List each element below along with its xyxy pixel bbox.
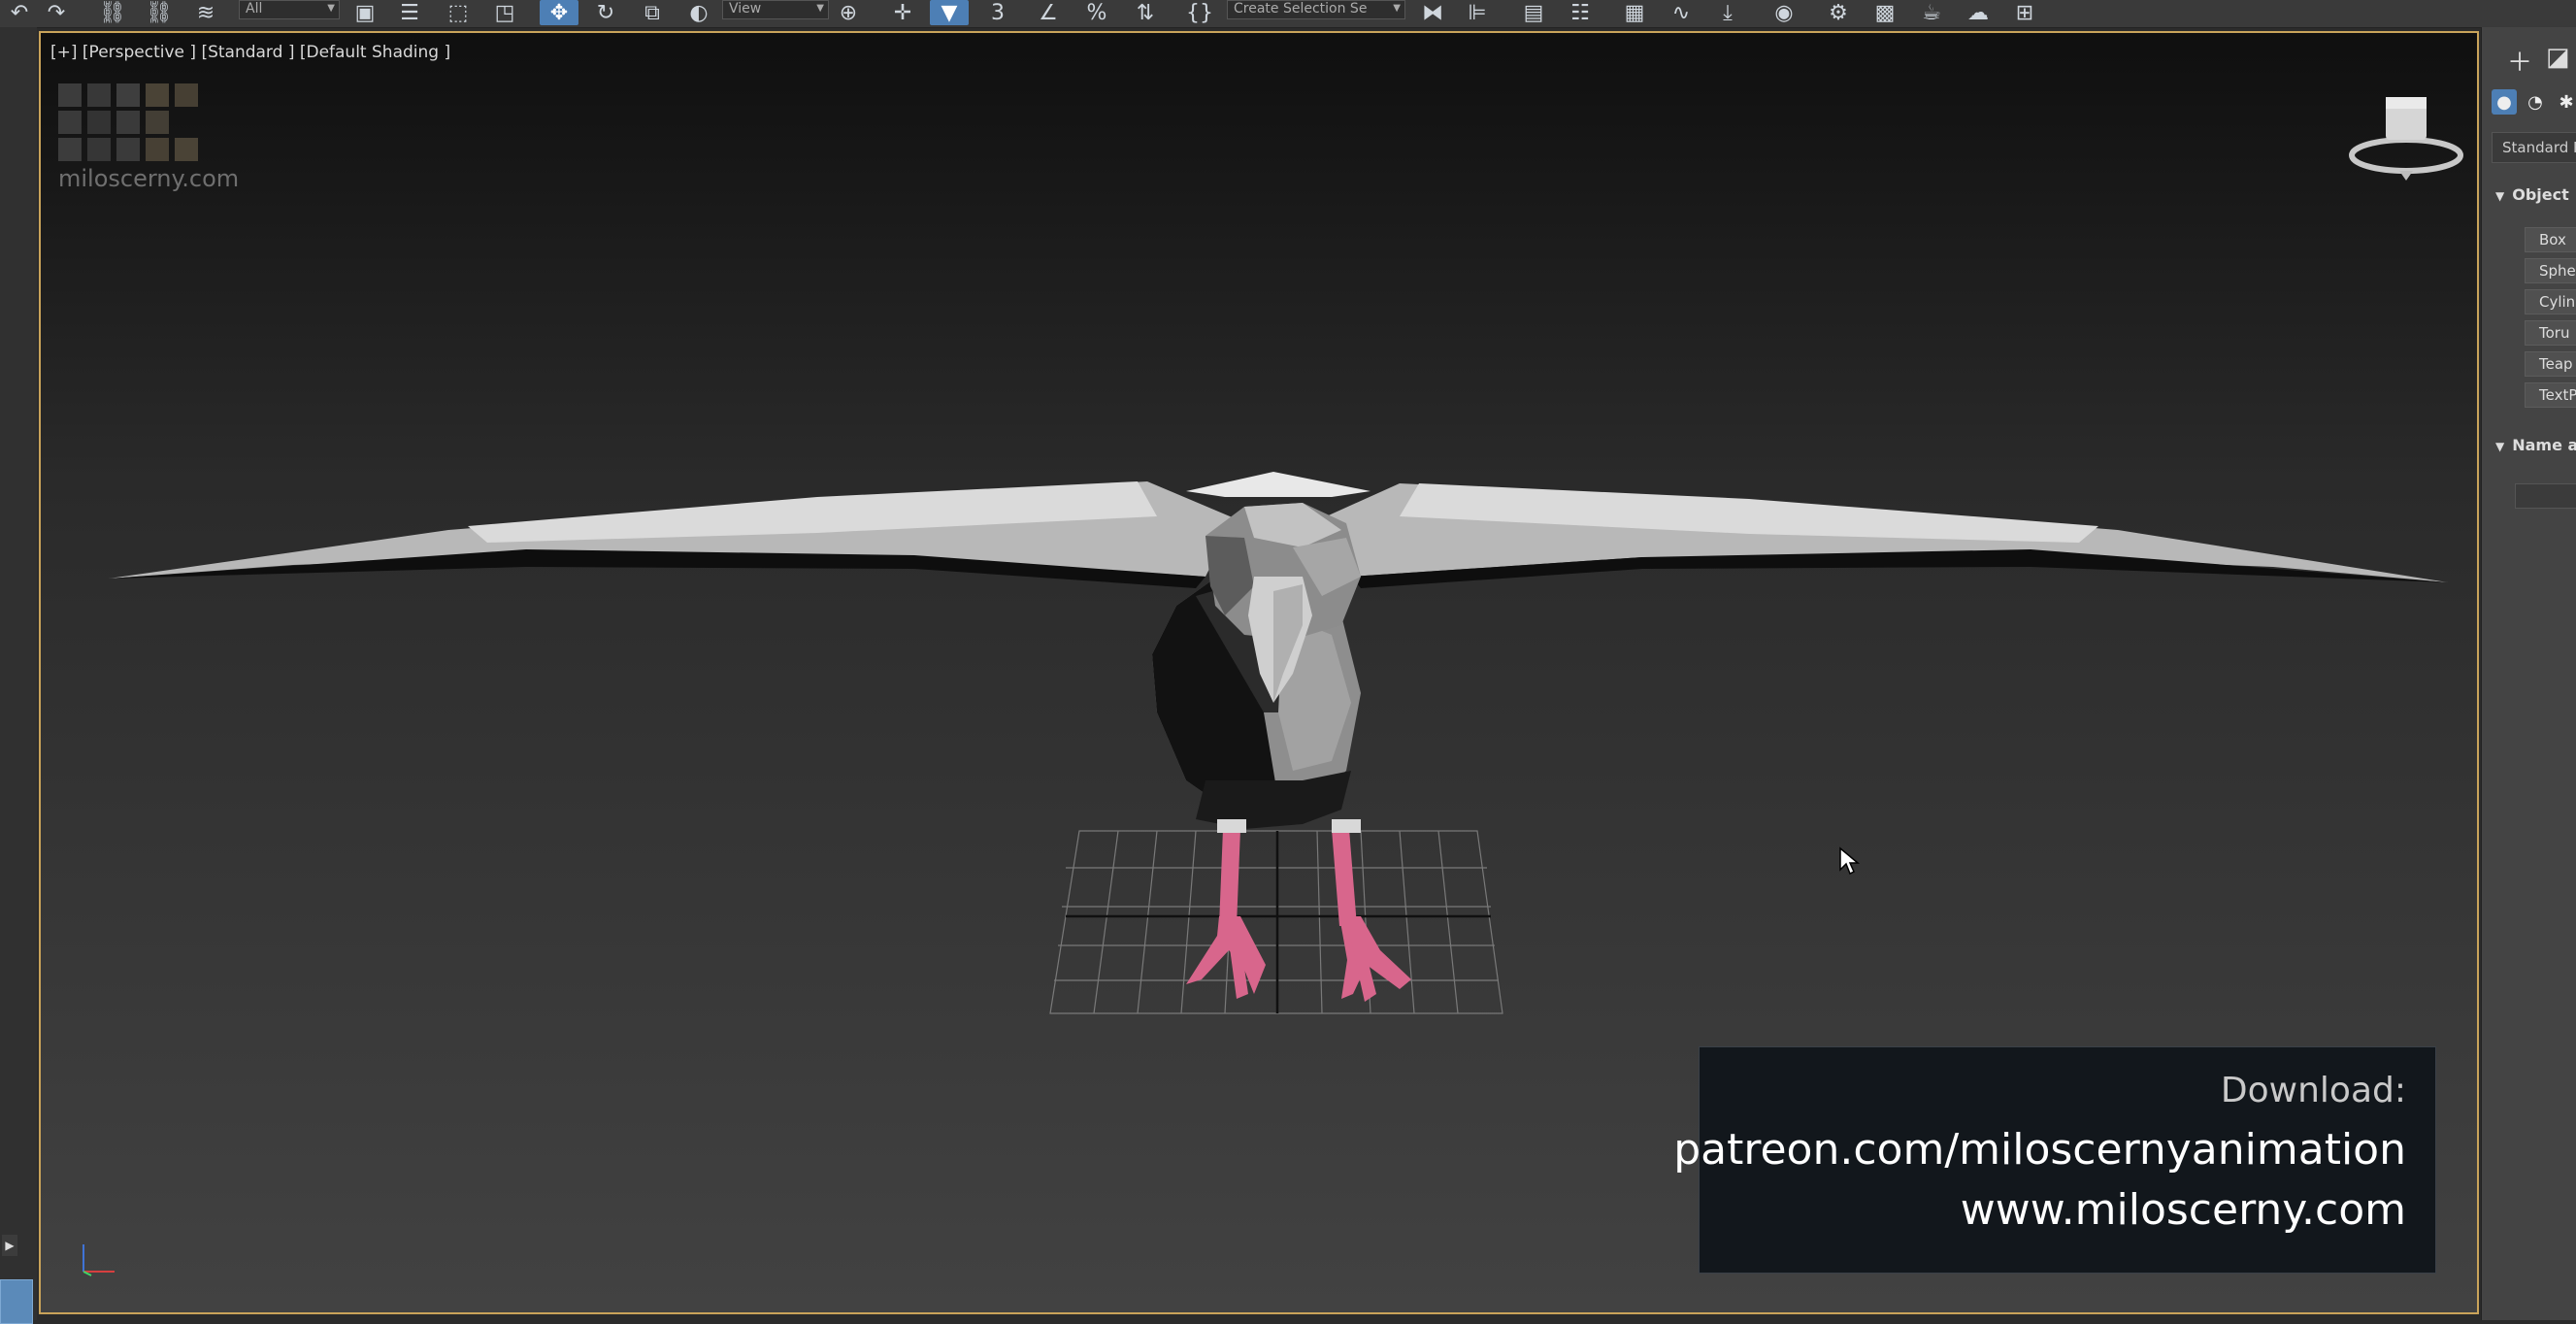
select-by-name-icon[interactable]: ☰ (390, 0, 429, 25)
modify-tab-icon[interactable]: ◪ (2546, 43, 2570, 72)
pivot-icon[interactable]: ⊕ (829, 0, 868, 25)
rendered-frame-icon[interactable]: ▩ (1866, 0, 1904, 25)
select-object-icon[interactable]: ▣ (346, 0, 384, 25)
bind-space-warp-icon[interactable]: ≋ (186, 0, 225, 25)
rect-selection-icon[interactable]: ⬚ (439, 0, 478, 25)
render-setup-icon[interactable]: ⚙ (1819, 0, 1858, 25)
angle-snap-icon[interactable]: ∠ (1029, 0, 1068, 25)
rollout-title: Name a (2512, 436, 2576, 454)
perspective-viewport[interactable]: [+] [Perspective ] [Standard ] [Default … (39, 31, 2479, 1314)
named-selection-value: Create Selection Se (1234, 1, 1368, 17)
curve-editor-icon[interactable]: ∿ (1662, 0, 1701, 25)
move-icon[interactable]: ✥ (540, 0, 578, 25)
rotate-icon[interactable]: ↻ (586, 0, 625, 25)
chevron-down-icon: ▼ (2495, 440, 2505, 453)
banner-title: Download: (2220, 1071, 2406, 1110)
named-selection-dropdown[interactable]: Create Selection Se ▼ (1227, 0, 1405, 19)
material-editor-icon[interactable]: ◉ (1765, 0, 1803, 25)
percent-snap-icon[interactable]: % (1077, 0, 1116, 25)
textplus-button[interactable]: TextP (2525, 382, 2576, 408)
spinner-snap-icon[interactable]: ⇅ (1126, 0, 1165, 25)
layer-explorer-icon[interactable]: ☷ (1561, 0, 1600, 25)
shapes-icon[interactable]: ◔ (2523, 89, 2548, 115)
object-name-input[interactable] (2515, 483, 2576, 509)
command-panel: ＋ ◪ ● ◔ ✱ Standard P ▼ Object Box Sphe Cy… (2481, 27, 2576, 1320)
render-cloud-icon[interactable]: ☁ (1959, 0, 1998, 25)
schematic-view-icon[interactable]: ⤓ (1708, 0, 1747, 25)
scene-explorer-icon[interactable]: ▤ (1514, 0, 1553, 25)
snap-icon[interactable]: 3 (978, 0, 1017, 25)
chevron-down-icon: ▼ (816, 3, 824, 14)
lights-icon[interactable]: ✱ (2554, 89, 2576, 115)
teapot-button[interactable]: Teap (2525, 351, 2576, 377)
ribbon-icon[interactable]: ▦ (1615, 0, 1654, 25)
mouse-cursor-icon (1839, 846, 1861, 876)
viewport-layout-tab[interactable] (0, 1279, 33, 1324)
keyboard-shortcut-override-icon[interactable]: ▼ (930, 0, 969, 25)
main-toolbar: ↶ ↷ ⛓ ⛓ ≋ All ▼ ▣ ☰ ⬚ ◳ ✥ ↻ ⧉ ◐ View ▼ ⊕… (0, 0, 2576, 28)
wing-left (109, 481, 1235, 588)
unlink-icon[interactable]: ⛓ (140, 0, 179, 25)
window-crossing-icon[interactable]: ◳ (485, 0, 524, 25)
mirror-icon[interactable]: ⧓ (1413, 0, 1452, 25)
banner-website-link[interactable]: www.miloscerny.com (1961, 1185, 2406, 1235)
create-tab-icon[interactable]: ＋ (2507, 43, 2532, 79)
object-type-rollout[interactable]: ▼ Object (2482, 179, 2576, 212)
wing-right (1322, 483, 2448, 588)
geometry-icon[interactable]: ● (2492, 89, 2517, 115)
axis-tripod-icon (83, 1244, 115, 1276)
selection-filter-dropdown[interactable]: All ▼ (239, 0, 340, 19)
name-color-rollout[interactable]: ▼ Name a (2482, 429, 2576, 462)
render-online-icon[interactable]: ⊞ (2005, 0, 2044, 25)
cylinder-button[interactable]: Cylinc (2525, 289, 2576, 314)
torus-button[interactable]: Toru (2525, 320, 2576, 346)
banner-patreon-link[interactable]: patreon.com/miloscernyanimation (1673, 1125, 2406, 1175)
left-strip: ▶ (0, 27, 37, 1324)
box-button[interactable]: Box (2525, 227, 2576, 252)
align-icon[interactable]: ⊫ (1458, 0, 1497, 25)
chevron-down-icon: ▼ (327, 3, 335, 14)
wing-top-ridge (1186, 472, 1371, 497)
link-icon[interactable]: ⛓ (93, 0, 132, 25)
download-banner: Download: patreon.com/miloscernyanimatio… (1673, 1046, 2436, 1274)
reference-coordinate-dropdown[interactable]: View ▼ (722, 0, 829, 19)
play-icon[interactable]: ▶ (2, 1235, 17, 1256)
scale-icon[interactable]: ⧉ (633, 0, 672, 25)
selection-filter-value: All (246, 1, 263, 17)
chevron-down-icon: ▼ (1393, 3, 1401, 14)
redo-icon[interactable]: ↷ (37, 0, 76, 25)
rollout-title: Object (2512, 185, 2569, 204)
edit-named-selection-icon[interactable]: {} (1180, 0, 1219, 25)
placement-icon[interactable]: ◐ (679, 0, 718, 25)
undo-icon[interactable]: ↶ (0, 0, 39, 25)
chevron-down-icon: ▼ (2495, 189, 2505, 203)
render-icon[interactable]: ☕ (1912, 0, 1951, 25)
sphere-button[interactable]: Sphe (2525, 258, 2576, 283)
select-manipulate-icon[interactable]: ✛ (883, 0, 922, 25)
object-category-dropdown[interactable]: Standard P (2492, 132, 2576, 163)
reference-coordinate-value: View (729, 1, 762, 17)
